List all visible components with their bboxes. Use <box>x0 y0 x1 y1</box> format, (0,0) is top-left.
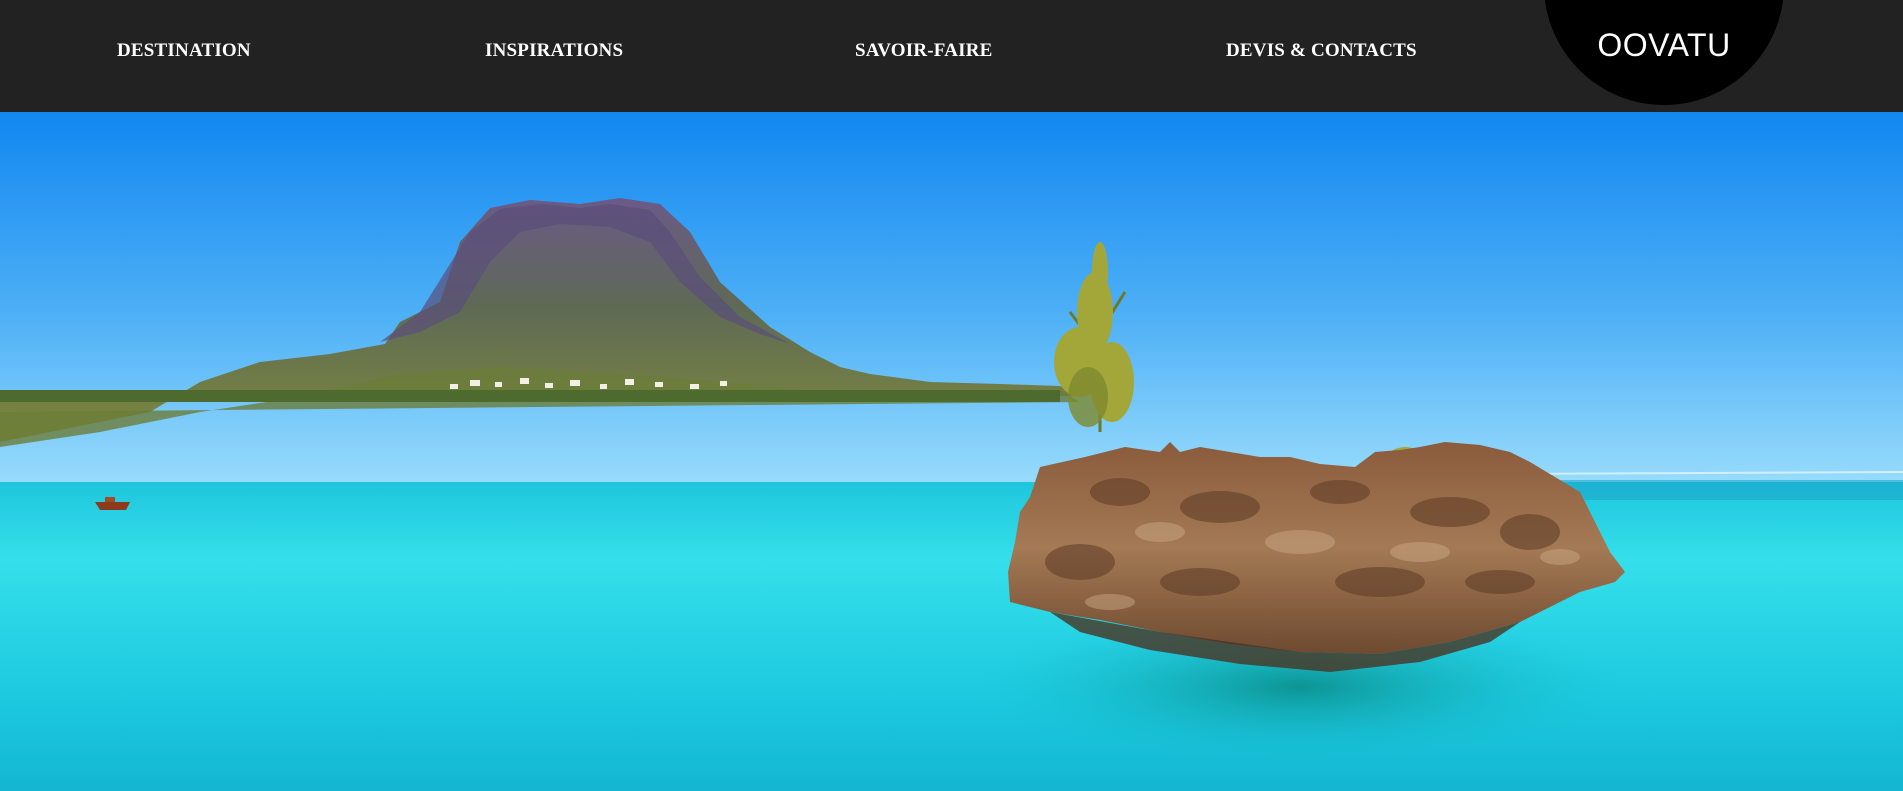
hero-island-image <box>0 112 1903 791</box>
top-navigation-bar: DESTINATION INSPIRATIONS SAVOIR-FAIRE DE… <box>0 0 1903 112</box>
nav-link-savoir-faire[interactable]: SAVOIR-FAIRE <box>855 40 993 62</box>
logo-badge[interactable]: OOVATU <box>1544 0 1784 105</box>
brand-logo-text: OOVATU <box>1597 27 1731 63</box>
nav-link-destination[interactable]: DESTINATION <box>117 40 251 62</box>
hero-banner <box>0 112 1903 791</box>
nav-link-devis-contacts[interactable]: DEVIS & CONTACTS <box>1226 40 1417 62</box>
nav-link-inspirations[interactable]: INSPIRATIONS <box>485 40 623 62</box>
